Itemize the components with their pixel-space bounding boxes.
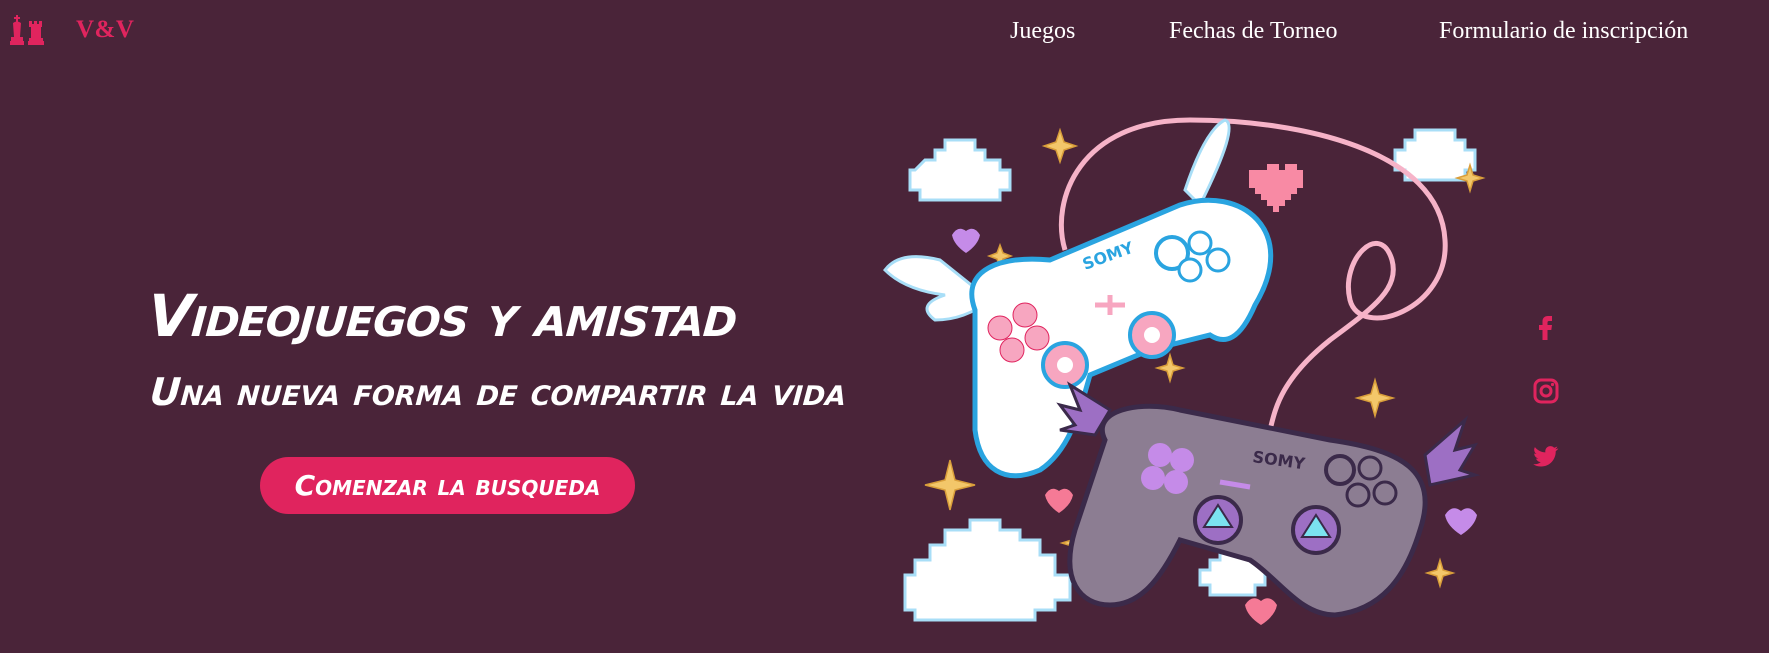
cloud-icon: [903, 518, 1072, 622]
social-links: [1530, 310, 1562, 507]
navbar: V&V Juegos Fechas de Torneo Formulario d…: [0, 0, 1769, 62]
twitter-icon: [1533, 446, 1559, 467]
facebook-icon: [1539, 316, 1552, 340]
game-controllers-illustration: SOMY SOMY: [883, 117, 1486, 625]
cloud-icon: [908, 138, 1012, 202]
start-search-button[interactable]: Comenzar la busqueda: [260, 457, 635, 514]
nav-link-formulario-de-inscripcion[interactable]: Formulario de inscripción: [1439, 14, 1688, 48]
instagram-link[interactable]: [1530, 377, 1562, 409]
nav-link-fechas-de-torneo[interactable]: Fechas de Torneo: [1169, 14, 1338, 48]
main-nav: Juegos Fechas de Torneo Formulario de in…: [0, 14, 1769, 48]
facebook-link[interactable]: [1530, 312, 1562, 344]
instagram-icon: [1533, 378, 1559, 404]
twitter-link[interactable]: [1530, 442, 1562, 474]
hero-title: Videojuegos y amistad: [145, 282, 739, 350]
nav-link-juegos[interactable]: Juegos: [1010, 14, 1075, 48]
hero-subtitle: Una nueva forma de compartir la vida: [148, 370, 849, 414]
purple-controller: SOMY: [1056, 381, 1481, 618]
